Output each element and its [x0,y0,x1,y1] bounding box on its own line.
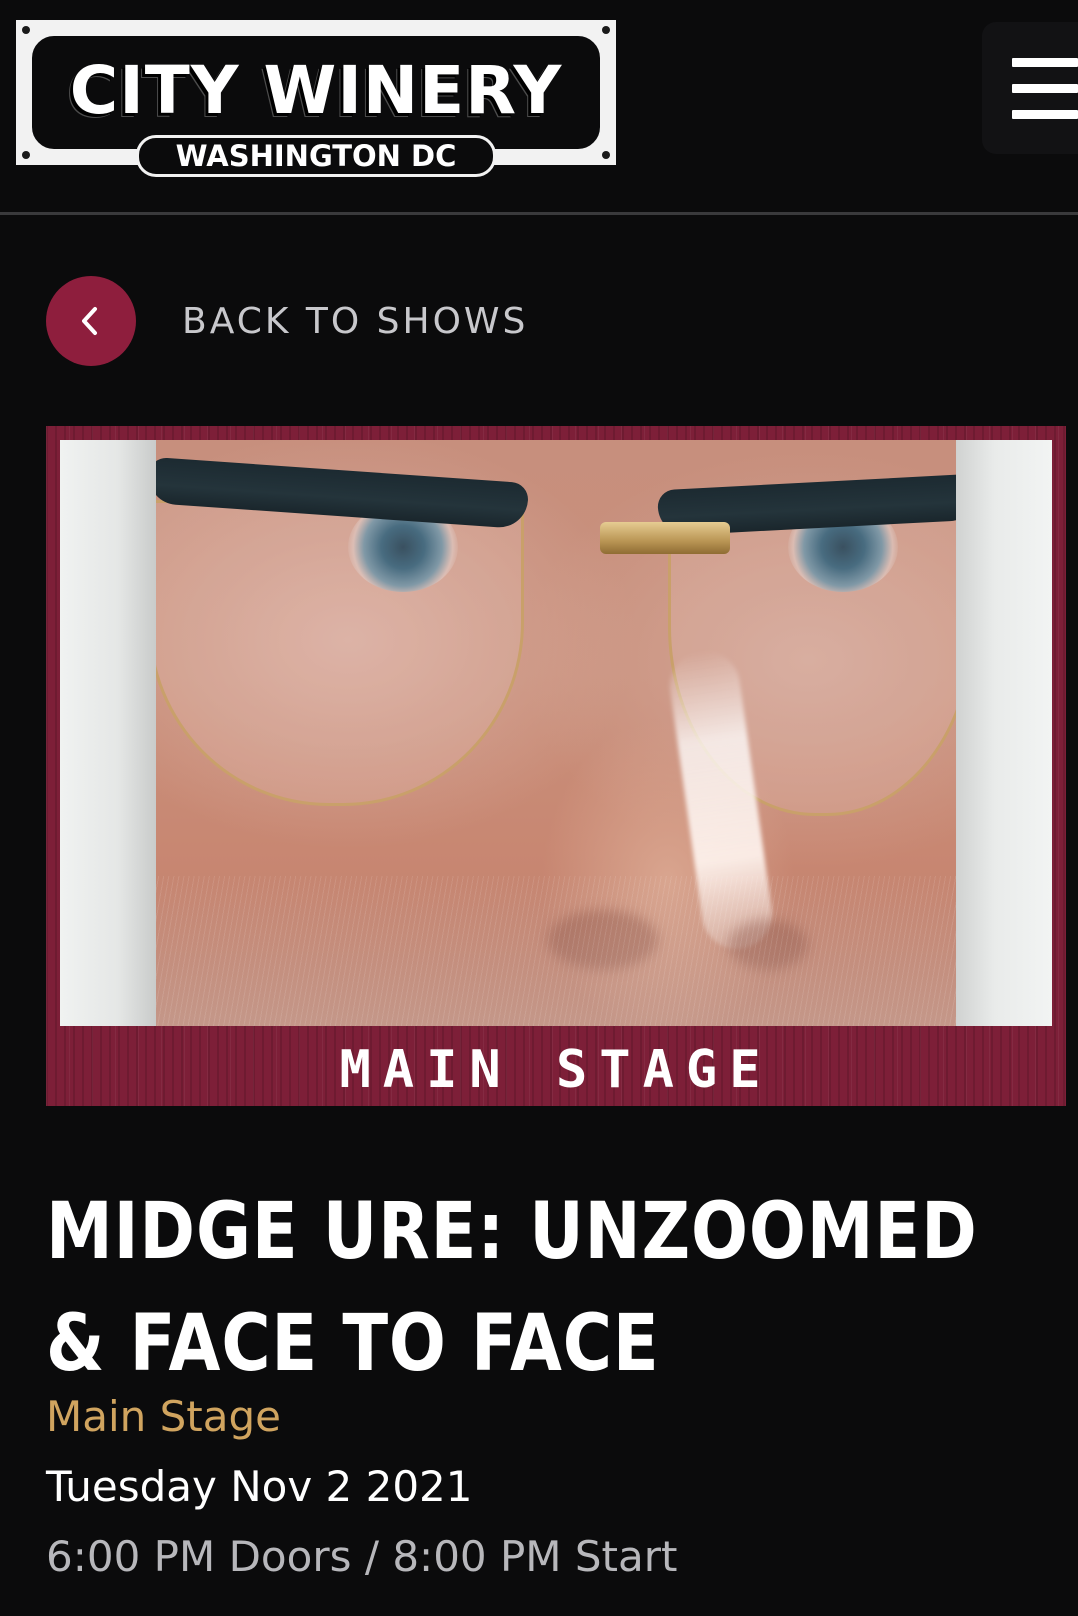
logo-rivet [22,26,30,34]
left-lens [148,500,524,806]
logo-location: WASHINGTON DC [136,135,496,177]
photo-frame-right [956,440,1052,1026]
event-hero-image: MAIN STAGE [46,426,1066,1106]
event-title: MIDGE URE: UNZOOMED & FACE TO FACE [46,1187,978,1389]
back-to-shows-link[interactable]: BACK TO SHOWS [46,276,528,366]
photo-frame-left [60,440,156,1026]
event-date: Tuesday Nov 2 2021 [46,1462,473,1511]
stage-banner: MAIN STAGE [339,1040,773,1100]
back-button[interactable] [46,276,136,366]
hamburger-menu-button[interactable] [982,22,1078,154]
menu-bar [1012,58,1078,67]
chevron-left-icon [82,307,97,335]
glasses-bridge [600,522,730,554]
logo-rivet [22,151,30,159]
menu-bar [1012,110,1078,119]
header-divider [0,212,1078,215]
city-winery-logo[interactable]: CITY WINERY WASHINGTON DC [16,20,616,177]
logo-rivet [602,151,610,159]
face-closeup [146,440,979,1026]
logo-name: CITY WINERY [69,52,563,129]
event-times: 6:00 PM Doors / 8:00 PM Start [46,1532,678,1581]
menu-bar [1012,84,1078,93]
event-photo [60,440,1052,1026]
logo-rivet [602,26,610,34]
site-header: CITY WINERY WASHINGTON DC [0,0,1078,215]
stubble-texture [148,876,964,1026]
event-venue[interactable]: Main Stage [46,1396,281,1438]
back-to-shows-label[interactable]: BACK TO SHOWS [182,301,528,342]
